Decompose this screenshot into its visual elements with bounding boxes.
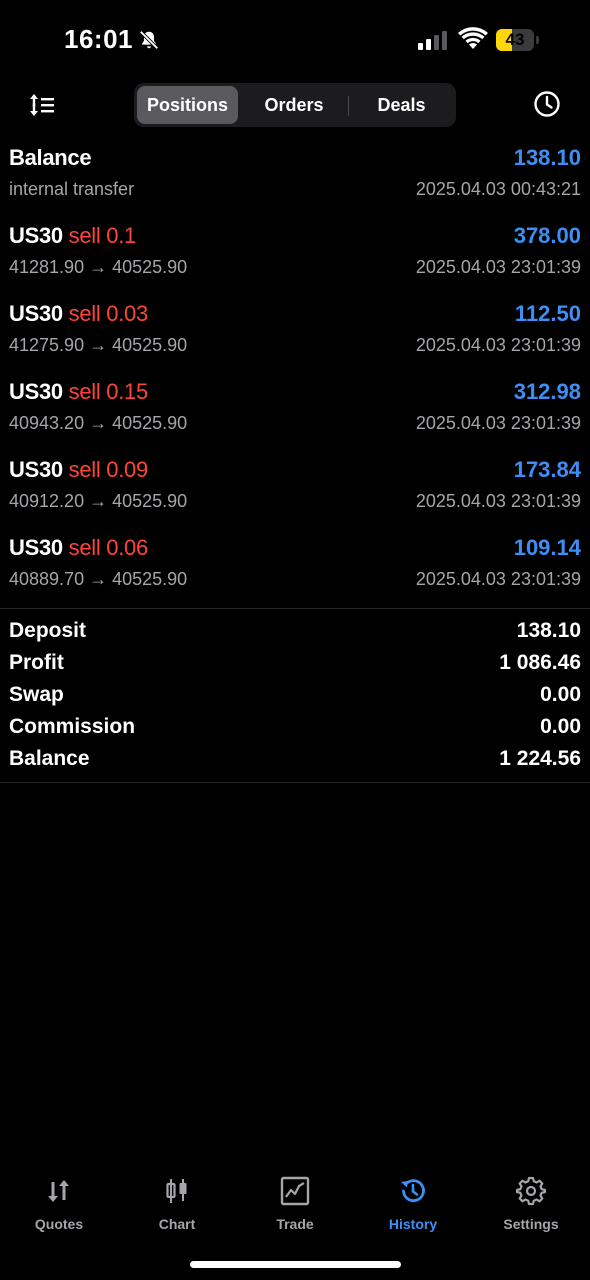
summary-value: 0.00 <box>540 683 581 706</box>
summary-section: Deposit 138.10 Profit 1 086.46 Swap 0.00… <box>0 609 590 782</box>
tab-label: Trade <box>276 1216 314 1232</box>
history-clock-icon <box>401 1179 425 1203</box>
wifi-icon <box>458 27 488 49</box>
summary-row-profit: Profit 1 086.46 <box>0 651 590 683</box>
balance-amount: 138.10 <box>513 145 581 170</box>
status-bar: 16:01 43 <box>0 0 590 80</box>
summary-value: 1 224.56 <box>499 747 581 770</box>
position-symbol: US30 <box>9 223 63 248</box>
position-volume: 0.15 <box>106 379 148 404</box>
history-toolbar: Positions Orders Deals <box>0 80 590 130</box>
history-screen: 16:01 43 Positions Orders Deals Balance … <box>0 0 590 1280</box>
position-title: US30 sell 0.1 <box>9 223 136 249</box>
tab-label: History <box>388 1216 438 1232</box>
position-side: sell <box>68 457 101 482</box>
clock-icon[interactable] <box>533 90 561 118</box>
balance-row[interactable]: Balance 138.10 internal transfer 2025.04… <box>0 140 590 218</box>
battery-percent: 43 <box>505 30 525 49</box>
position-title: US30 sell 0.09 <box>9 457 148 483</box>
trade-chart-icon <box>280 1176 310 1206</box>
balance-time: 2025.04.03 00:43:21 <box>415 179 581 199</box>
position-row[interactable]: US30 sell 0.15 312.98 40943.20 → 40525.9… <box>0 374 590 452</box>
position-row[interactable]: US30 sell 0.03 112.50 41275.90 → 40525.9… <box>0 296 590 374</box>
tab-label: Chart <box>158 1216 196 1232</box>
position-side: sell <box>68 301 101 326</box>
position-side: sell <box>68 535 101 560</box>
position-profit: 112.50 <box>514 301 581 326</box>
cellular-signal-icon <box>418 31 447 50</box>
tab-bar: Quotes Chart Trade History Settings <box>0 1170 590 1240</box>
summary-label: Profit <box>9 651 64 674</box>
position-time: 2025.04.03 23:01:39 <box>415 257 581 277</box>
position-volume: 0.09 <box>106 457 148 482</box>
position-profit: 173.84 <box>513 457 581 482</box>
position-symbol: US30 <box>9 379 63 404</box>
status-time: 16:01 <box>64 24 133 54</box>
position-title: US30 sell 0.03 <box>9 301 148 327</box>
position-volume: 0.03 <box>106 301 148 326</box>
position-time: 2025.04.03 23:01:39 <box>415 413 581 433</box>
position-side: sell <box>68 223 101 248</box>
position-prices: 41281.90 → 40525.90 <box>9 257 188 277</box>
position-volume: 0.1 <box>106 223 136 248</box>
position-row[interactable]: US30 sell 0.06 109.14 40889.70 → 40525.9… <box>0 530 590 608</box>
position-time: 2025.04.03 23:01:39 <box>415 335 581 355</box>
position-profit: 312.98 <box>513 379 581 404</box>
tab-chart[interactable]: Chart <box>118 1170 236 1236</box>
position-row[interactable]: US30 sell 0.1 378.00 41281.90 → 40525.90… <box>0 218 590 296</box>
summary-value: 138.10 <box>516 619 581 642</box>
position-prices: 40889.70 → 40525.90 <box>9 569 188 589</box>
balance-title: Balance <box>9 145 92 170</box>
tab-deals[interactable]: Deals <box>350 86 453 124</box>
tab-positions[interactable]: Positions <box>137 86 238 124</box>
bell-slash-icon <box>139 30 159 50</box>
position-title: US30 sell 0.15 <box>9 379 148 405</box>
position-symbol: US30 <box>9 457 63 482</box>
summary-value: 0.00 <box>540 715 581 738</box>
summary-label: Balance <box>9 747 90 770</box>
divider <box>0 782 590 783</box>
position-side: sell <box>68 379 101 404</box>
tab-label: Settings <box>503 1216 559 1232</box>
summary-row-commission: Commission 0.00 <box>0 715 590 747</box>
battery-body: 43 <box>496 29 534 51</box>
history-list: Balance 138.10 internal transfer 2025.04… <box>0 140 590 783</box>
summary-row-balance: Balance 1 224.56 <box>0 747 590 779</box>
position-profit: 378.00 <box>513 223 581 248</box>
sort-icon[interactable] <box>28 92 58 118</box>
position-prices: 41275.90 → 40525.90 <box>9 335 188 355</box>
summary-row-swap: Swap 0.00 <box>0 683 590 715</box>
quotes-arrows-icon <box>48 1180 69 1202</box>
tab-history[interactable]: History <box>354 1170 472 1236</box>
battery-indicator: 43 <box>496 29 542 51</box>
position-time: 2025.04.03 23:01:39 <box>415 491 581 511</box>
segment-divider <box>348 96 349 116</box>
position-volume: 0.06 <box>106 535 148 560</box>
home-indicator[interactable] <box>190 1261 401 1268</box>
position-prices: 40912.20 → 40525.90 <box>9 491 188 511</box>
summary-row-deposit: Deposit 138.10 <box>0 619 590 651</box>
position-prices: 40943.20 → 40525.90 <box>9 413 188 433</box>
summary-label: Commission <box>9 715 136 738</box>
balance-comment: internal transfer <box>9 179 135 199</box>
position-time: 2025.04.03 23:01:39 <box>415 569 581 589</box>
tab-label: Quotes <box>34 1216 84 1232</box>
tab-settings[interactable]: Settings <box>472 1170 590 1236</box>
summary-label: Deposit <box>9 619 87 642</box>
gear-icon <box>516 1176 546 1206</box>
position-profit: 109.14 <box>513 535 581 560</box>
position-symbol: US30 <box>9 301 63 326</box>
summary-value: 1 086.46 <box>499 651 581 674</box>
position-row[interactable]: US30 sell 0.09 173.84 40912.20 → 40525.9… <box>0 452 590 530</box>
battery-tip <box>536 36 539 44</box>
summary-label: Swap <box>9 683 64 706</box>
position-symbol: US30 <box>9 535 63 560</box>
tab-orders[interactable]: Orders <box>242 86 346 124</box>
candlestick-chart-icon <box>166 1179 187 1203</box>
period-segmented-control: Positions Orders Deals <box>134 83 456 127</box>
tab-trade[interactable]: Trade <box>236 1170 354 1236</box>
tab-quotes[interactable]: Quotes <box>0 1170 118 1236</box>
position-title: US30 sell 0.06 <box>9 535 148 561</box>
